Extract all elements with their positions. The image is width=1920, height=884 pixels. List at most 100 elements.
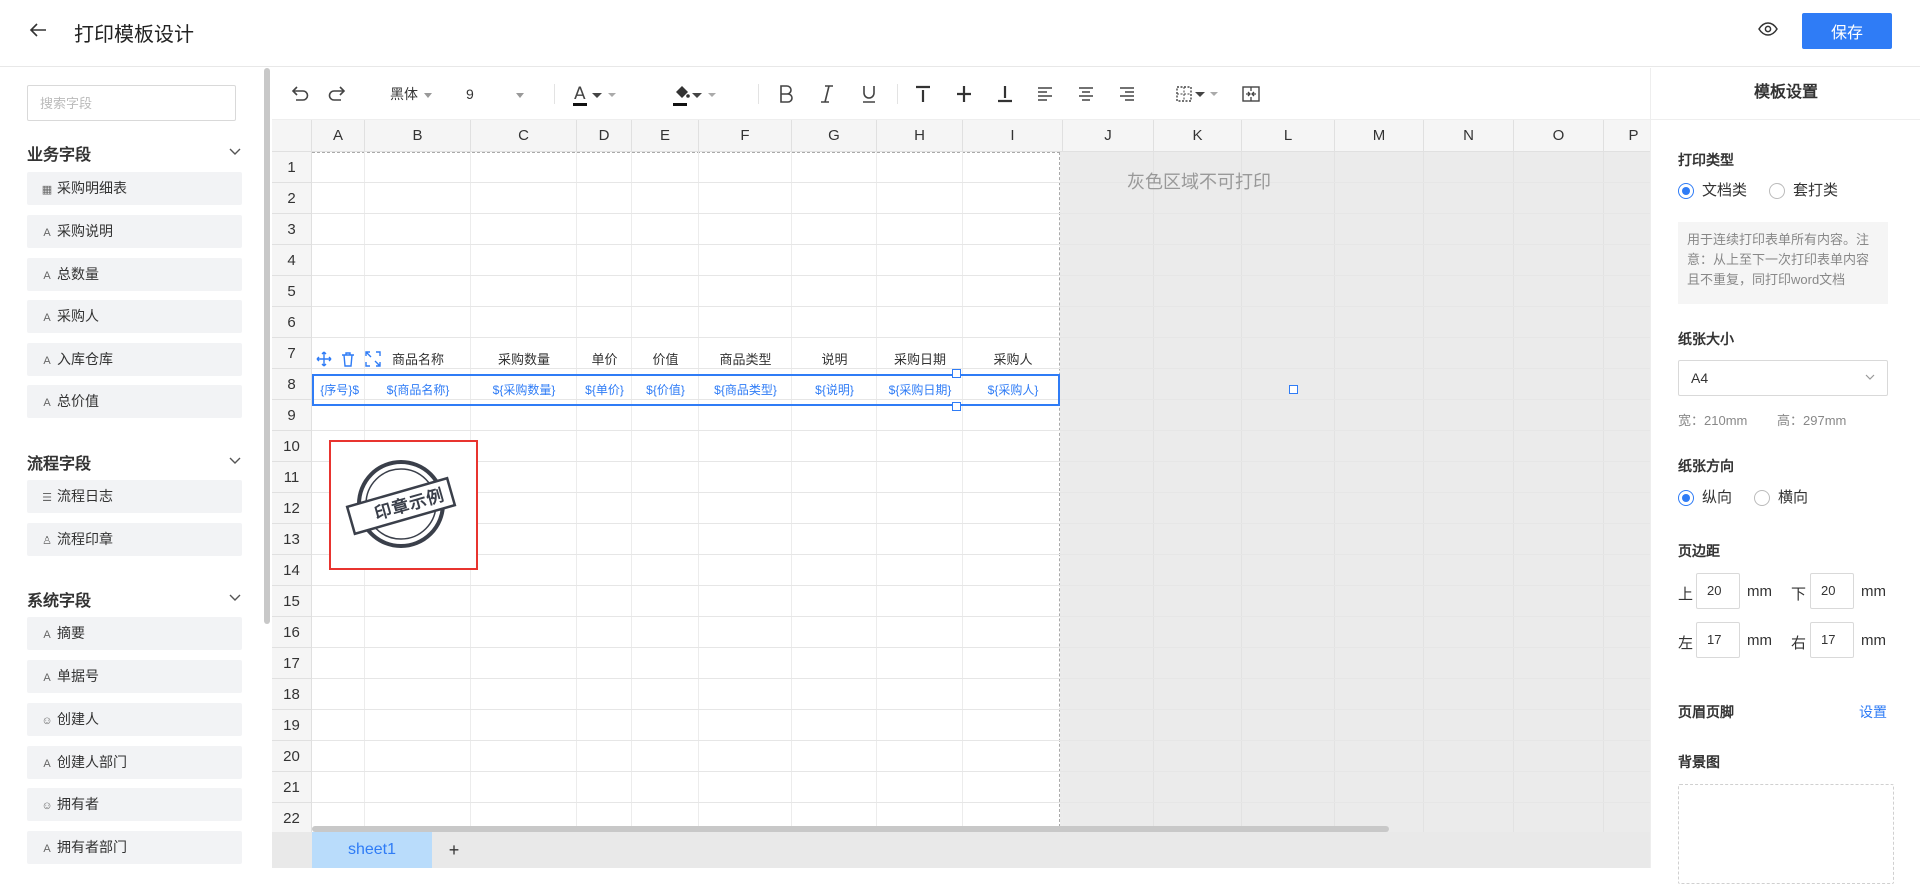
column-header[interactable]: G: [792, 120, 877, 152]
table-header-cell[interactable]: 商品类型: [699, 344, 792, 375]
selected-detail-row[interactable]: [312, 374, 1060, 406]
column-header[interactable]: D: [577, 120, 632, 152]
group-title-business[interactable]: 业务字段: [27, 141, 91, 165]
radio-document[interactable]: 文档类: [1678, 181, 1747, 201]
field-item[interactable]: ▦ 采购明细表: [27, 172, 242, 205]
column-header[interactable]: F: [699, 120, 792, 152]
column-header[interactable]: E: [632, 120, 699, 152]
field-item[interactable]: A 采购人: [27, 300, 242, 333]
spreadsheet[interactable]: 灰色区域不可打印 ABCDEFGHIJKLMNOP 1 2 3 4 5 6 7 8 9 10 11 1…: [272, 120, 1650, 832]
row-header[interactable]: 2: [272, 183, 312, 214]
delete-icon[interactable]: [338, 349, 358, 369]
row-header[interactable]: 7: [272, 338, 312, 369]
row-header[interactable]: 19: [272, 710, 312, 741]
radio-overlay[interactable]: 套打类: [1769, 181, 1838, 201]
table-header-cell[interactable]: 说明: [792, 344, 877, 375]
stamp-element[interactable]: 印章示例: [329, 440, 478, 570]
column-header[interactable]: P: [1604, 120, 1650, 152]
font-family-select[interactable]: 黑体: [390, 82, 450, 106]
column-header[interactable]: H: [877, 120, 963, 152]
chevron-down-icon[interactable]: [228, 453, 242, 467]
add-sheet-button[interactable]: +: [444, 832, 464, 868]
row-header[interactable]: 11: [272, 462, 312, 493]
row-header[interactable]: 8: [272, 369, 312, 400]
header-footer-settings-link[interactable]: 设置: [1859, 702, 1887, 722]
field-item[interactable]: A 单据号: [27, 660, 242, 693]
field-item[interactable]: ♙ 流程印章: [27, 523, 242, 556]
resize-handle[interactable]: [952, 402, 961, 411]
fill-color-icon[interactable]: [672, 82, 722, 106]
search-input[interactable]: [27, 85, 236, 121]
resize-handle[interactable]: [952, 369, 961, 378]
row-header[interactable]: 14: [272, 555, 312, 586]
paper-size-select[interactable]: A4: [1678, 360, 1888, 396]
border-icon[interactable]: [1174, 82, 1224, 106]
field-item[interactable]: ☰ 流程日志: [27, 480, 242, 513]
field-item[interactable]: A 入库仓库: [27, 343, 242, 376]
row-header[interactable]: 18: [272, 679, 312, 710]
resize-handle[interactable]: [1289, 385, 1298, 394]
background-upload[interactable]: [1678, 784, 1894, 884]
radio-landscape[interactable]: 横向: [1754, 488, 1808, 508]
align-left-icon[interactable]: [1035, 82, 1055, 106]
table-header-cell[interactable]: 采购人: [963, 344, 1063, 375]
merge-cells-icon[interactable]: [1240, 82, 1262, 106]
margin-top-input[interactable]: 20: [1696, 573, 1740, 609]
field-item[interactable]: A 总价值: [27, 385, 242, 418]
field-item[interactable]: ☺ 拥有者: [27, 788, 242, 821]
row-header[interactable]: 13: [272, 524, 312, 555]
column-header[interactable]: A: [312, 120, 365, 152]
corner-cell[interactable]: [272, 120, 312, 152]
column-header[interactable]: I: [963, 120, 1063, 152]
table-header-cell[interactable]: 采购日期: [877, 344, 963, 375]
column-header[interactable]: M: [1335, 120, 1424, 152]
table-header-cell[interactable]: 单价: [577, 344, 632, 375]
column-header[interactable]: N: [1424, 120, 1514, 152]
field-item[interactable]: A 总数量: [27, 258, 242, 291]
row-header[interactable]: 4: [272, 245, 312, 276]
row-header[interactable]: 12: [272, 493, 312, 524]
chevron-down-icon[interactable]: [228, 144, 242, 158]
column-header[interactable]: L: [1242, 120, 1335, 152]
field-item[interactable]: A 创建人部门: [27, 746, 242, 779]
margin-left-input[interactable]: 17: [1696, 622, 1740, 658]
align-top-icon[interactable]: [913, 82, 933, 106]
table-header-cell[interactable]: 价值: [632, 344, 699, 375]
field-item[interactable]: A 拥有者部门: [27, 831, 242, 864]
align-middle-icon[interactable]: [954, 82, 974, 106]
row-header[interactable]: 9: [272, 400, 312, 431]
column-header[interactable]: O: [1514, 120, 1604, 152]
row-header[interactable]: 16: [272, 617, 312, 648]
italic-icon[interactable]: [817, 82, 837, 106]
font-color-icon[interactable]: A: [572, 82, 622, 106]
underline-icon[interactable]: [859, 82, 879, 106]
group-title-system[interactable]: 系统字段: [27, 587, 91, 611]
row-header[interactable]: 21: [272, 772, 312, 803]
table-header-cell[interactable]: 采购数量: [471, 344, 577, 375]
field-item[interactable]: ☺ 创建人: [27, 703, 242, 736]
align-center-icon[interactable]: [1076, 82, 1096, 106]
row-header[interactable]: 6: [272, 307, 312, 338]
arrow-left-icon[interactable]: [26, 18, 50, 42]
margin-right-input[interactable]: 17: [1810, 622, 1854, 658]
column-header[interactable]: C: [471, 120, 577, 152]
eye-icon[interactable]: [1757, 18, 1779, 40]
tab-sheet1[interactable]: sheet1: [312, 832, 432, 868]
row-header[interactable]: 22: [272, 803, 312, 832]
bold-icon[interactable]: [776, 82, 796, 106]
undo-icon[interactable]: [288, 82, 310, 106]
column-header[interactable]: B: [365, 120, 471, 152]
field-item[interactable]: A 摘要: [27, 617, 242, 650]
align-bottom-icon[interactable]: [995, 82, 1015, 106]
sidebar-scrollbar[interactable]: [264, 68, 270, 624]
font-size-select[interactable]: 9: [466, 82, 526, 106]
group-title-process[interactable]: 流程字段: [27, 450, 91, 474]
expand-icon[interactable]: [363, 349, 383, 369]
column-header[interactable]: K: [1154, 120, 1242, 152]
row-header[interactable]: 20: [272, 741, 312, 772]
row-header[interactable]: 10: [272, 431, 312, 462]
column-header[interactable]: J: [1063, 120, 1154, 152]
row-header[interactable]: 3: [272, 214, 312, 245]
margin-bottom-input[interactable]: 20: [1810, 573, 1854, 609]
row-header[interactable]: 15: [272, 586, 312, 617]
